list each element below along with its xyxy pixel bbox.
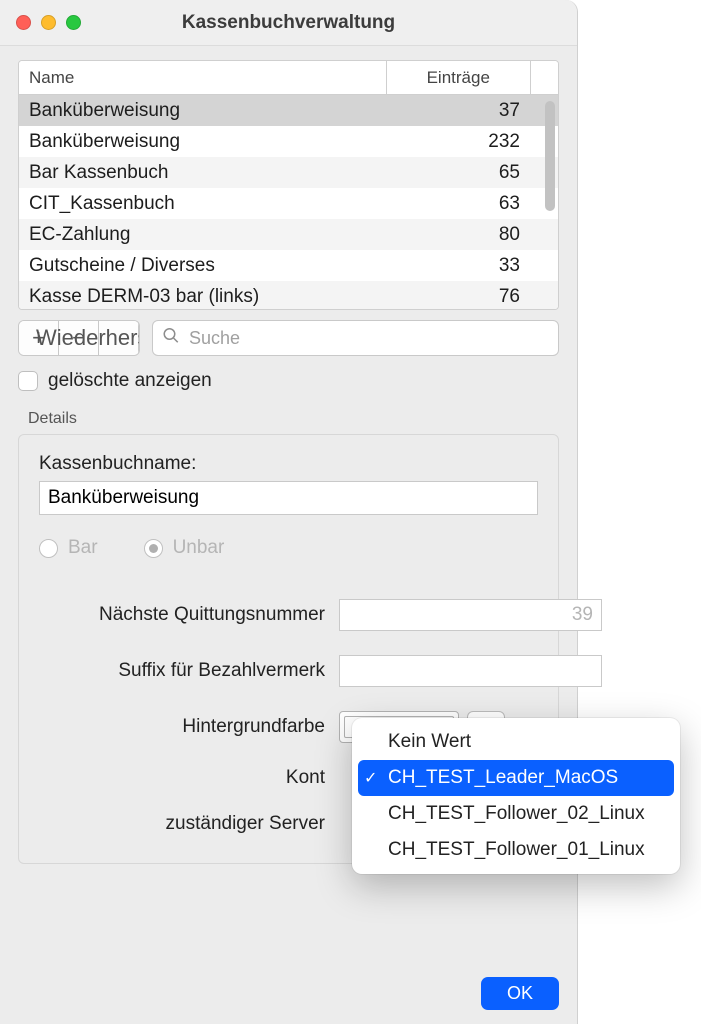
server-dropdown-menu[interactable]: Kein Wert ✓ CH_TEST_Leader_MacOS CH_TEST_Fo… [352, 718, 680, 874]
cell-entries: 65 [386, 162, 558, 184]
table-row[interactable]: Banküberweisung37 [19, 95, 558, 126]
check-icon: ✓ [364, 768, 377, 788]
server-label: zuständiger Server [39, 813, 339, 835]
bgcolor-label: Hintergrundfarbe [39, 716, 339, 738]
restore-button[interactable]: Wiederherstellen [99, 321, 139, 355]
col-header-spacer [530, 61, 558, 94]
dropdown-item-label: CH_TEST_Follower_01_Linux [388, 839, 645, 861]
table-header: Name Einträge [19, 61, 558, 95]
table-row[interactable]: Gutscheine / Diverses33 [19, 250, 558, 281]
dropdown-item[interactable]: Kein Wert [358, 724, 674, 760]
cell-entries: 63 [386, 193, 558, 215]
cell-name: Banküberweisung [19, 131, 386, 153]
search-input[interactable] [152, 320, 559, 356]
table-row[interactable]: EC-Zahlung80 [19, 219, 558, 250]
next-receipt-input [339, 599, 602, 631]
payment-type-row: Bar Unbar [39, 537, 538, 559]
cell-name: EC-Zahlung [19, 224, 386, 246]
show-deleted-checkbox[interactable] [18, 371, 38, 391]
radio-unbar[interactable]: Unbar [144, 537, 225, 559]
cell-entries: 37 [386, 100, 558, 122]
table-row[interactable]: Bar Kassenbuch65 [19, 157, 558, 188]
radio-bar-label: Bar [68, 537, 98, 559]
table-row[interactable]: CIT_Kassenbuch63 [19, 188, 558, 219]
dropdown-item[interactable]: CH_TEST_Follower_01_Linux [358, 832, 674, 868]
cell-name: Kasse DERM-03 bar (links) [19, 286, 386, 308]
next-receipt-label: Nächste Quittungsnummer [39, 604, 339, 626]
col-header-name[interactable]: Name [19, 68, 386, 88]
table-rows: Banküberweisung37Banküberweisung232Bar K… [19, 95, 558, 309]
konto-label: Kont [39, 767, 339, 789]
next-receipt-row: Nächste Quittungsnummer [39, 599, 538, 631]
dropdown-item-label: CH_TEST_Follower_02_Linux [388, 803, 645, 825]
dropdown-item-label: Kein Wert [388, 731, 471, 753]
radio-unbar-circle [144, 539, 163, 558]
name-input[interactable] [39, 481, 538, 515]
dropdown-item-label: CH_TEST_Leader_MacOS [388, 767, 618, 789]
table-row[interactable]: Kasse DERM-03 bar (links)76 [19, 281, 558, 309]
radio-bar-circle [39, 539, 58, 558]
name-label: Kassenbuchname: [39, 453, 538, 475]
cell-name: Gutscheine / Diverses [19, 255, 386, 277]
content: Name Einträge Banküberweisung37Banküberw… [0, 46, 577, 1024]
cell-entries: 80 [386, 224, 558, 246]
minimize-icon[interactable] [41, 15, 56, 30]
dropdown-item[interactable]: ✓ CH_TEST_Leader_MacOS [358, 760, 674, 796]
suffix-input[interactable] [339, 655, 602, 687]
cell-name: CIT_Kassenbuch [19, 193, 386, 215]
table-toolbar: + − Wiederherstellen [18, 320, 559, 356]
main-table: Name Einträge Banküberweisung37Banküberw… [18, 60, 559, 310]
show-deleted-label: gelöschte anzeigen [48, 370, 212, 392]
window-title: Kassenbuchverwaltung [0, 12, 577, 34]
details-group-title: Details [18, 410, 559, 428]
suffix-row: Suffix für Bezahlvermerk [39, 655, 538, 687]
search-icon [162, 327, 180, 350]
cell-name: Banküberweisung [19, 100, 386, 122]
suffix-label: Suffix für Bezahlvermerk [39, 660, 339, 682]
add-remove-group: + − Wiederherstellen [18, 320, 140, 356]
cell-name: Bar Kassenbuch [19, 162, 386, 184]
cell-entries: 33 [386, 255, 558, 277]
cell-entries: 76 [386, 286, 558, 308]
close-icon[interactable] [16, 15, 31, 30]
show-deleted-row: gelöschte anzeigen [18, 370, 559, 392]
col-header-entries[interactable]: Einträge [386, 61, 530, 94]
table-scrollbar[interactable] [545, 101, 555, 211]
search-field [152, 320, 559, 356]
radio-bar[interactable]: Bar [39, 537, 98, 559]
table-row[interactable]: Banküberweisung232 [19, 126, 558, 157]
traffic-lights [16, 15, 81, 30]
button-row: OK [18, 953, 559, 1010]
radio-unbar-label: Unbar [173, 537, 225, 559]
cell-entries: 232 [386, 131, 558, 153]
ok-button[interactable]: OK [481, 977, 559, 1010]
titlebar: Kassenbuchverwaltung [0, 0, 577, 46]
dropdown-item[interactable]: CH_TEST_Follower_02_Linux [358, 796, 674, 832]
zoom-icon[interactable] [66, 15, 81, 30]
